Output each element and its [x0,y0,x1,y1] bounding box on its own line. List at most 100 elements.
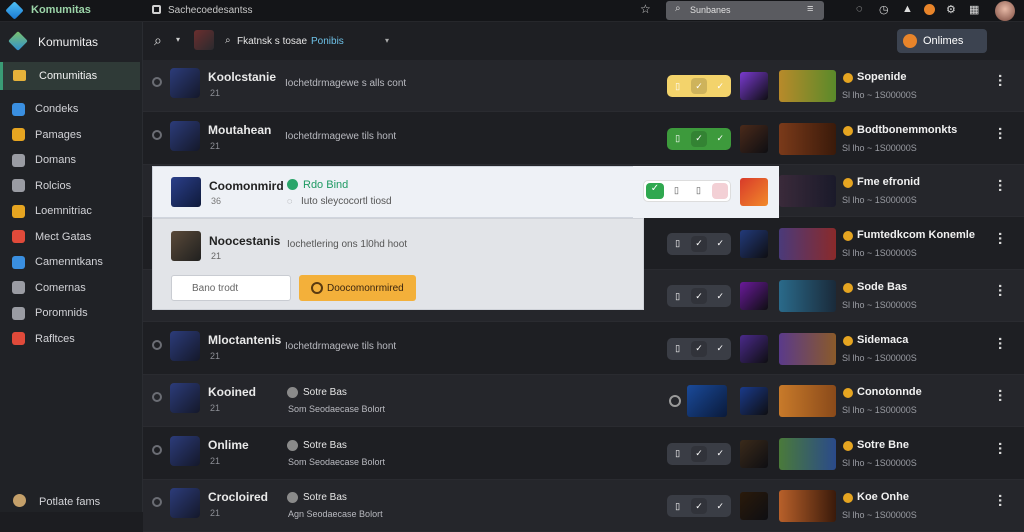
row-menu-icon[interactable]: ⫶ [998,337,1002,355]
online-button[interactable]: Onlimes [897,29,987,53]
confirm-button[interactable]: Doocomonrmired [299,275,416,301]
row-count: 21 [210,140,221,151]
table-row[interactable]: Mloctantenis 21 Iochetdrmagewe tils hont ▯ ✓… [143,323,1024,375]
filter-accent[interactable]: Ponibis [311,36,344,47]
sidebar-item[interactable]: Camenntkans [12,252,103,272]
sidebar-item[interactable]: Rafltces [12,329,75,349]
row-radio[interactable] [152,444,162,455]
row-desc-sub: Som Seodaecase Bolort [288,404,386,414]
action-pill[interactable]: ▯ ✓ ✓ [667,232,731,255]
flame-icon[interactable] [924,4,935,15]
row-desc: Iochetdrmagewe tils hont [285,130,397,142]
action-pill[interactable]: ▯ ✓ ✓ [667,337,731,360]
action-pill[interactable]: ✓ ▯ ▯ [643,180,731,202]
check-icon[interactable]: ✓ [712,288,728,304]
pill-icon[interactable]: ▯ [670,341,686,357]
row-menu-icon[interactable]: ⫶ [998,284,1002,302]
row-right-sub: Sl lho ~ 1S00000S [842,247,917,258]
bell-icon[interactable]: ▲ [902,3,913,15]
sidebar-item[interactable]: Domans [12,150,76,170]
check-icon[interactable]: ✓ [690,288,707,304]
row-right-sub: Sl lho ~ 1S00000S [842,142,917,153]
row-radio[interactable] [152,339,162,350]
action-pill[interactable]: ▯ ✓ ✓ [667,495,731,517]
action-pill[interactable]: ▯ ✓ ✓ [667,442,731,465]
table-row[interactable]: Onlime 21 Sotre Bas Som Seodaecase Bolort ▯ ✓… [143,428,1024,480]
filter-icon: ⌕ [225,35,231,46]
chevron-down-icon[interactable]: ▾ [176,35,180,44]
sidebar-item[interactable]: Comernas [12,278,86,298]
chevron-down-icon[interactable]: ▾ [385,36,389,45]
grid-icon[interactable]: ▦ [969,3,979,16]
sidebar-item[interactable]: Mect Gatas [12,227,91,247]
status-icon [843,178,853,188]
pill-icon: ▯ [696,185,701,195]
sidebar-item-active[interactable]: Comumitias [0,62,140,90]
row-menu-icon[interactable]: ⫶ [998,74,1002,92]
check-icon[interactable]: ✓ [690,340,707,357]
row-radio[interactable] [152,129,162,140]
check-icon[interactable]: ✓ [690,130,707,147]
check-icon[interactable]: ✓ [712,236,728,252]
action-pill[interactable]: ▯ ✓ ✓ [667,127,731,150]
action-pill[interactable]: ▯ ✓ ✓ [667,285,731,307]
help-icon: ◌ [287,196,293,206]
row-right-title: Koe Onhe [857,491,909,503]
pill-icon[interactable]: ▯ [670,446,686,462]
row-radio[interactable] [152,497,162,507]
pill-icon[interactable]: ▯ [670,236,686,252]
row-desc: Sotre Bas [303,492,347,503]
app-logo-icon [5,1,24,20]
row-menu-icon[interactable]: ⫶ [998,389,1002,407]
row-banner [779,175,836,207]
sidebar-icon [12,255,25,269]
check-icon[interactable]: ✓ [690,445,707,462]
sidebar-item[interactable]: Poromnids [12,303,88,323]
status-icon [843,335,853,346]
sidebar-item[interactable]: Rolcios [12,176,71,196]
row-desc-sub: Som Seodaecase Bolort [288,456,386,467]
filter-text[interactable]: Fkatnsk s tosae [237,36,307,47]
sidebar-item[interactable]: Loemnitriac [12,201,92,221]
row-radio[interactable] [152,392,162,402]
row-menu-icon[interactable]: ⫶ [998,494,1002,512]
row-menu-icon[interactable]: ⫶ [998,179,1002,197]
menu-icon[interactable]: ≡ [807,3,813,15]
check-icon[interactable]: ✓ [712,446,728,462]
sidebar-item[interactable]: Condeks [12,99,78,119]
row-menu-icon[interactable]: ⫶ [998,232,1002,250]
pill-icon[interactable]: ▯ [670,78,686,94]
pill-icon[interactable]: ▯ [670,288,686,304]
row-radio[interactable] [152,77,162,87]
check-icon[interactable]: ✓ [712,78,728,94]
row-thumb [740,439,768,468]
search-box[interactable]: ⌕ Sunbanes ≡ [666,1,824,20]
sidebar-item[interactable]: Pamages [12,125,81,145]
row-right-sub: Sl lho ~ 1S00000S [842,457,917,468]
row-menu-icon[interactable]: ⫶ [998,442,1002,460]
table-row[interactable]: Moutahean 21 Iochetdrmagewe tils hont ▯ ✓ ✓ Bo… [143,113,1024,165]
sidebar-footer[interactable]: Potlate fams [39,496,100,508]
row-right-sub: Sl lho ~ 1S00000S [842,300,917,310]
check-icon[interactable]: ✓ [712,131,728,147]
check-icon[interactable]: ✓ [690,78,707,94]
clock-icon[interactable]: ◷ [879,3,889,16]
star-icon[interactable]: ☆ [640,2,651,16]
check-icon[interactable]: ✓ [690,235,707,252]
name-input[interactable]: Bano trodt [171,275,291,301]
row-menu-icon[interactable]: ⫶ [998,127,1002,145]
online-label: Onlimes [923,35,964,47]
avatar[interactable] [995,1,1015,21]
table-row[interactable]: Crocloired 21 Sotre Bas Agn Seodaecase Bolo… [143,480,1024,532]
address-bar[interactable]: Sachecoedesantss [168,5,253,16]
table-row[interactable]: Kooined 21 Sotre Bas Som Seodaecase Bolort C… [143,375,1024,427]
action-pill[interactable]: ▯ ✓ ✓ [667,75,731,97]
search-icon[interactable]: ⌕ [154,32,162,49]
check-icon[interactable]: ✓ [712,341,728,357]
row-thumb [740,124,768,153]
tab-icon[interactable] [152,5,161,14]
chat-icon[interactable]: ◌ [856,3,863,15]
pill-icon[interactable]: ▯ [670,131,686,147]
table-row[interactable]: Koolcstanie 21 Iochetdrmagewe s alls cont ▯… [143,60,1024,112]
settings-icon[interactable]: ⚙ [946,3,956,16]
